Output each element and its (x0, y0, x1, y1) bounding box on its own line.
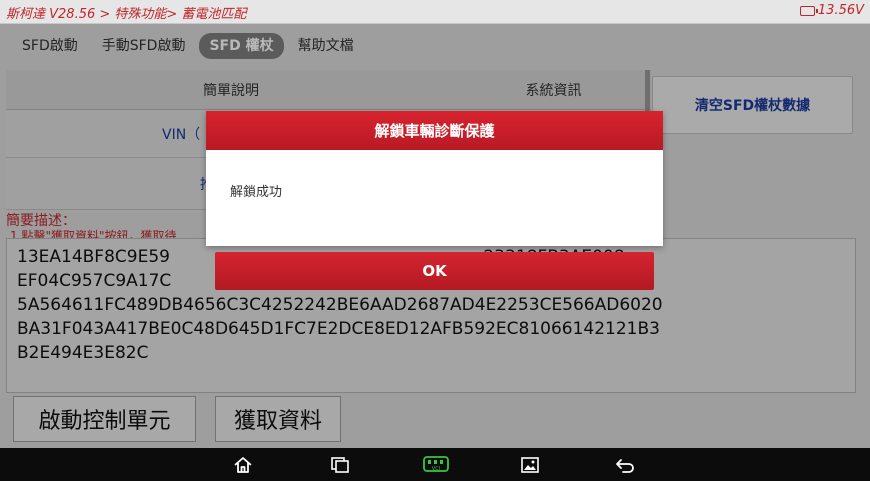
ok-button[interactable]: OK (215, 252, 654, 290)
vci-label: VCI (432, 466, 440, 472)
breadcrumb: 斯柯達 V28.56 > 特殊功能> 蓄電池匹配 (6, 7, 247, 22)
dialog-title: 解鎖車輛診斷保護 (206, 111, 663, 150)
status-bar: 斯柯達 V28.56 > 特殊功能> 蓄電池匹配 13.56V (0, 0, 870, 24)
vci-icon[interactable]: VCI (422, 455, 450, 475)
home-icon[interactable] (233, 456, 253, 474)
battery-status: 13.56V (799, 3, 864, 18)
navigation-bar: VCI (0, 448, 870, 481)
battery-icon (799, 5, 818, 16)
dialog-message: 解鎖成功 (230, 185, 283, 200)
screenshot-icon[interactable] (520, 456, 540, 474)
unlock-dialog: 解鎖車輛診斷保護 解鎖成功 (206, 111, 663, 246)
recent-apps-icon[interactable] (330, 456, 350, 474)
back-icon[interactable] (615, 456, 635, 474)
voltage-readout: 13.56V (817, 3, 864, 18)
